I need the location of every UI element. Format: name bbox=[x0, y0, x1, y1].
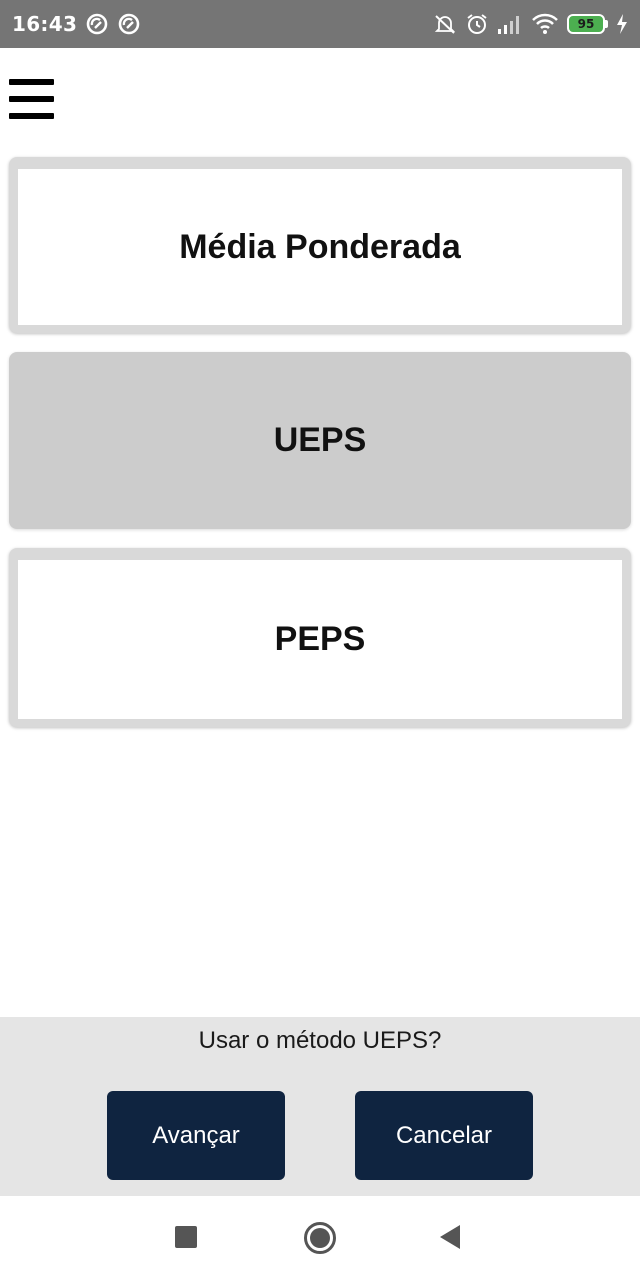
advance-button[interactable]: Avançar bbox=[107, 1091, 285, 1180]
method-option-ueps[interactable]: UEPS bbox=[9, 352, 631, 529]
signal-icon bbox=[497, 13, 523, 35]
notification-icon bbox=[117, 12, 141, 36]
method-label: PEPS bbox=[274, 620, 366, 658]
method-option-media-ponderada[interactable]: Média Ponderada bbox=[9, 157, 631, 333]
status-bar: 16:43 95 bbox=[0, 0, 640, 48]
recent-apps-icon[interactable] bbox=[166, 1217, 206, 1257]
confirm-question: Usar o método UEPS? bbox=[198, 1027, 442, 1054]
notification-icon bbox=[85, 12, 109, 36]
back-icon[interactable] bbox=[430, 1217, 470, 1257]
cancel-button[interactable]: Cancelar bbox=[355, 1091, 533, 1180]
method-option-peps[interactable]: PEPS bbox=[9, 548, 631, 727]
menu-bar bbox=[9, 96, 54, 102]
battery-level: 95 bbox=[567, 14, 605, 34]
mute-icon bbox=[433, 12, 457, 36]
hamburger-menu-icon[interactable] bbox=[8, 78, 56, 120]
status-left: 16:43 bbox=[12, 12, 141, 36]
method-option-body: Média Ponderada bbox=[18, 169, 622, 325]
home-icon[interactable] bbox=[299, 1217, 341, 1259]
menu-bar bbox=[9, 113, 54, 119]
method-option-body: PEPS bbox=[18, 560, 622, 719]
advance-button-label: Avançar bbox=[152, 1121, 240, 1149]
cancel-button-label: Cancelar bbox=[395, 1121, 493, 1149]
method-label: Média Ponderada bbox=[179, 227, 461, 266]
wifi-icon bbox=[531, 13, 559, 35]
status-right: 95 bbox=[433, 12, 628, 36]
menu-bar bbox=[9, 79, 54, 85]
charging-icon bbox=[616, 13, 628, 35]
nav-bar bbox=[0, 1196, 640, 1280]
method-label: UEPS bbox=[273, 421, 367, 459]
status-time: 16:43 bbox=[12, 12, 78, 36]
alarm-icon bbox=[465, 12, 489, 36]
battery-icon: 95 bbox=[567, 14, 608, 34]
battery-tip bbox=[605, 20, 608, 28]
confirm-panel: Usar o método UEPS? Avançar Cancelar bbox=[0, 1017, 640, 1196]
